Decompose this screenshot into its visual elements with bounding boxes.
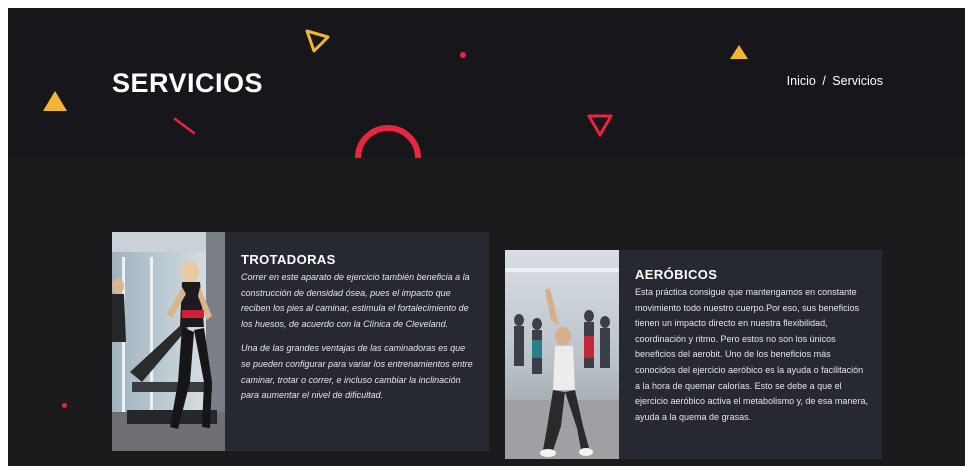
service-title: TROTADORAS	[241, 252, 336, 267]
breadcrumb-current: Servicios	[832, 74, 883, 88]
breadcrumb-separator: /	[822, 74, 826, 88]
service-paragraph: Una de las grandes ventajas de las camin…	[241, 343, 473, 401]
red-dot-icon	[62, 403, 67, 408]
yellow-small-triangle-icon	[730, 45, 748, 59]
service-card-trotadoras: TROTADORAS Correr en este aparato de eje…	[112, 232, 489, 451]
red-half-ring-icon	[355, 125, 421, 158]
red-outline-triangle-icon	[587, 114, 613, 137]
treadmill-photo	[112, 232, 225, 451]
breadcrumb-home-link[interactable]: Inicio	[787, 74, 816, 88]
service-paragraph: Esta práctica consigue que mantengamos e…	[635, 287, 868, 422]
yellow-outline-triangle-icon	[305, 29, 330, 53]
service-card-body: TROTADORAS Correr en este aparato de eje…	[225, 232, 489, 451]
hero-banner: SERVICIOS Inicio / Servicios	[8, 8, 965, 158]
service-card-aerobicos: AERÓBICOS Esta práctica consigue que man…	[505, 250, 882, 459]
yellow-triangle-icon	[43, 91, 67, 111]
service-paragraph: Correr en este aparato de ejercicio tamb…	[241, 272, 470, 329]
page: SERVICIOS Inicio / Servicios TROTADORAS …	[8, 8, 965, 466]
breadcrumb: Inicio / Servicios	[787, 74, 883, 88]
red-dot-icon	[460, 52, 466, 58]
service-card-body: AERÓBICOS Esta práctica consigue que man…	[619, 250, 882, 459]
page-title: SERVICIOS	[112, 68, 264, 98]
service-title: AERÓBICOS	[635, 267, 718, 282]
red-slash-icon	[173, 117, 196, 135]
aerobics-photo	[505, 250, 619, 459]
